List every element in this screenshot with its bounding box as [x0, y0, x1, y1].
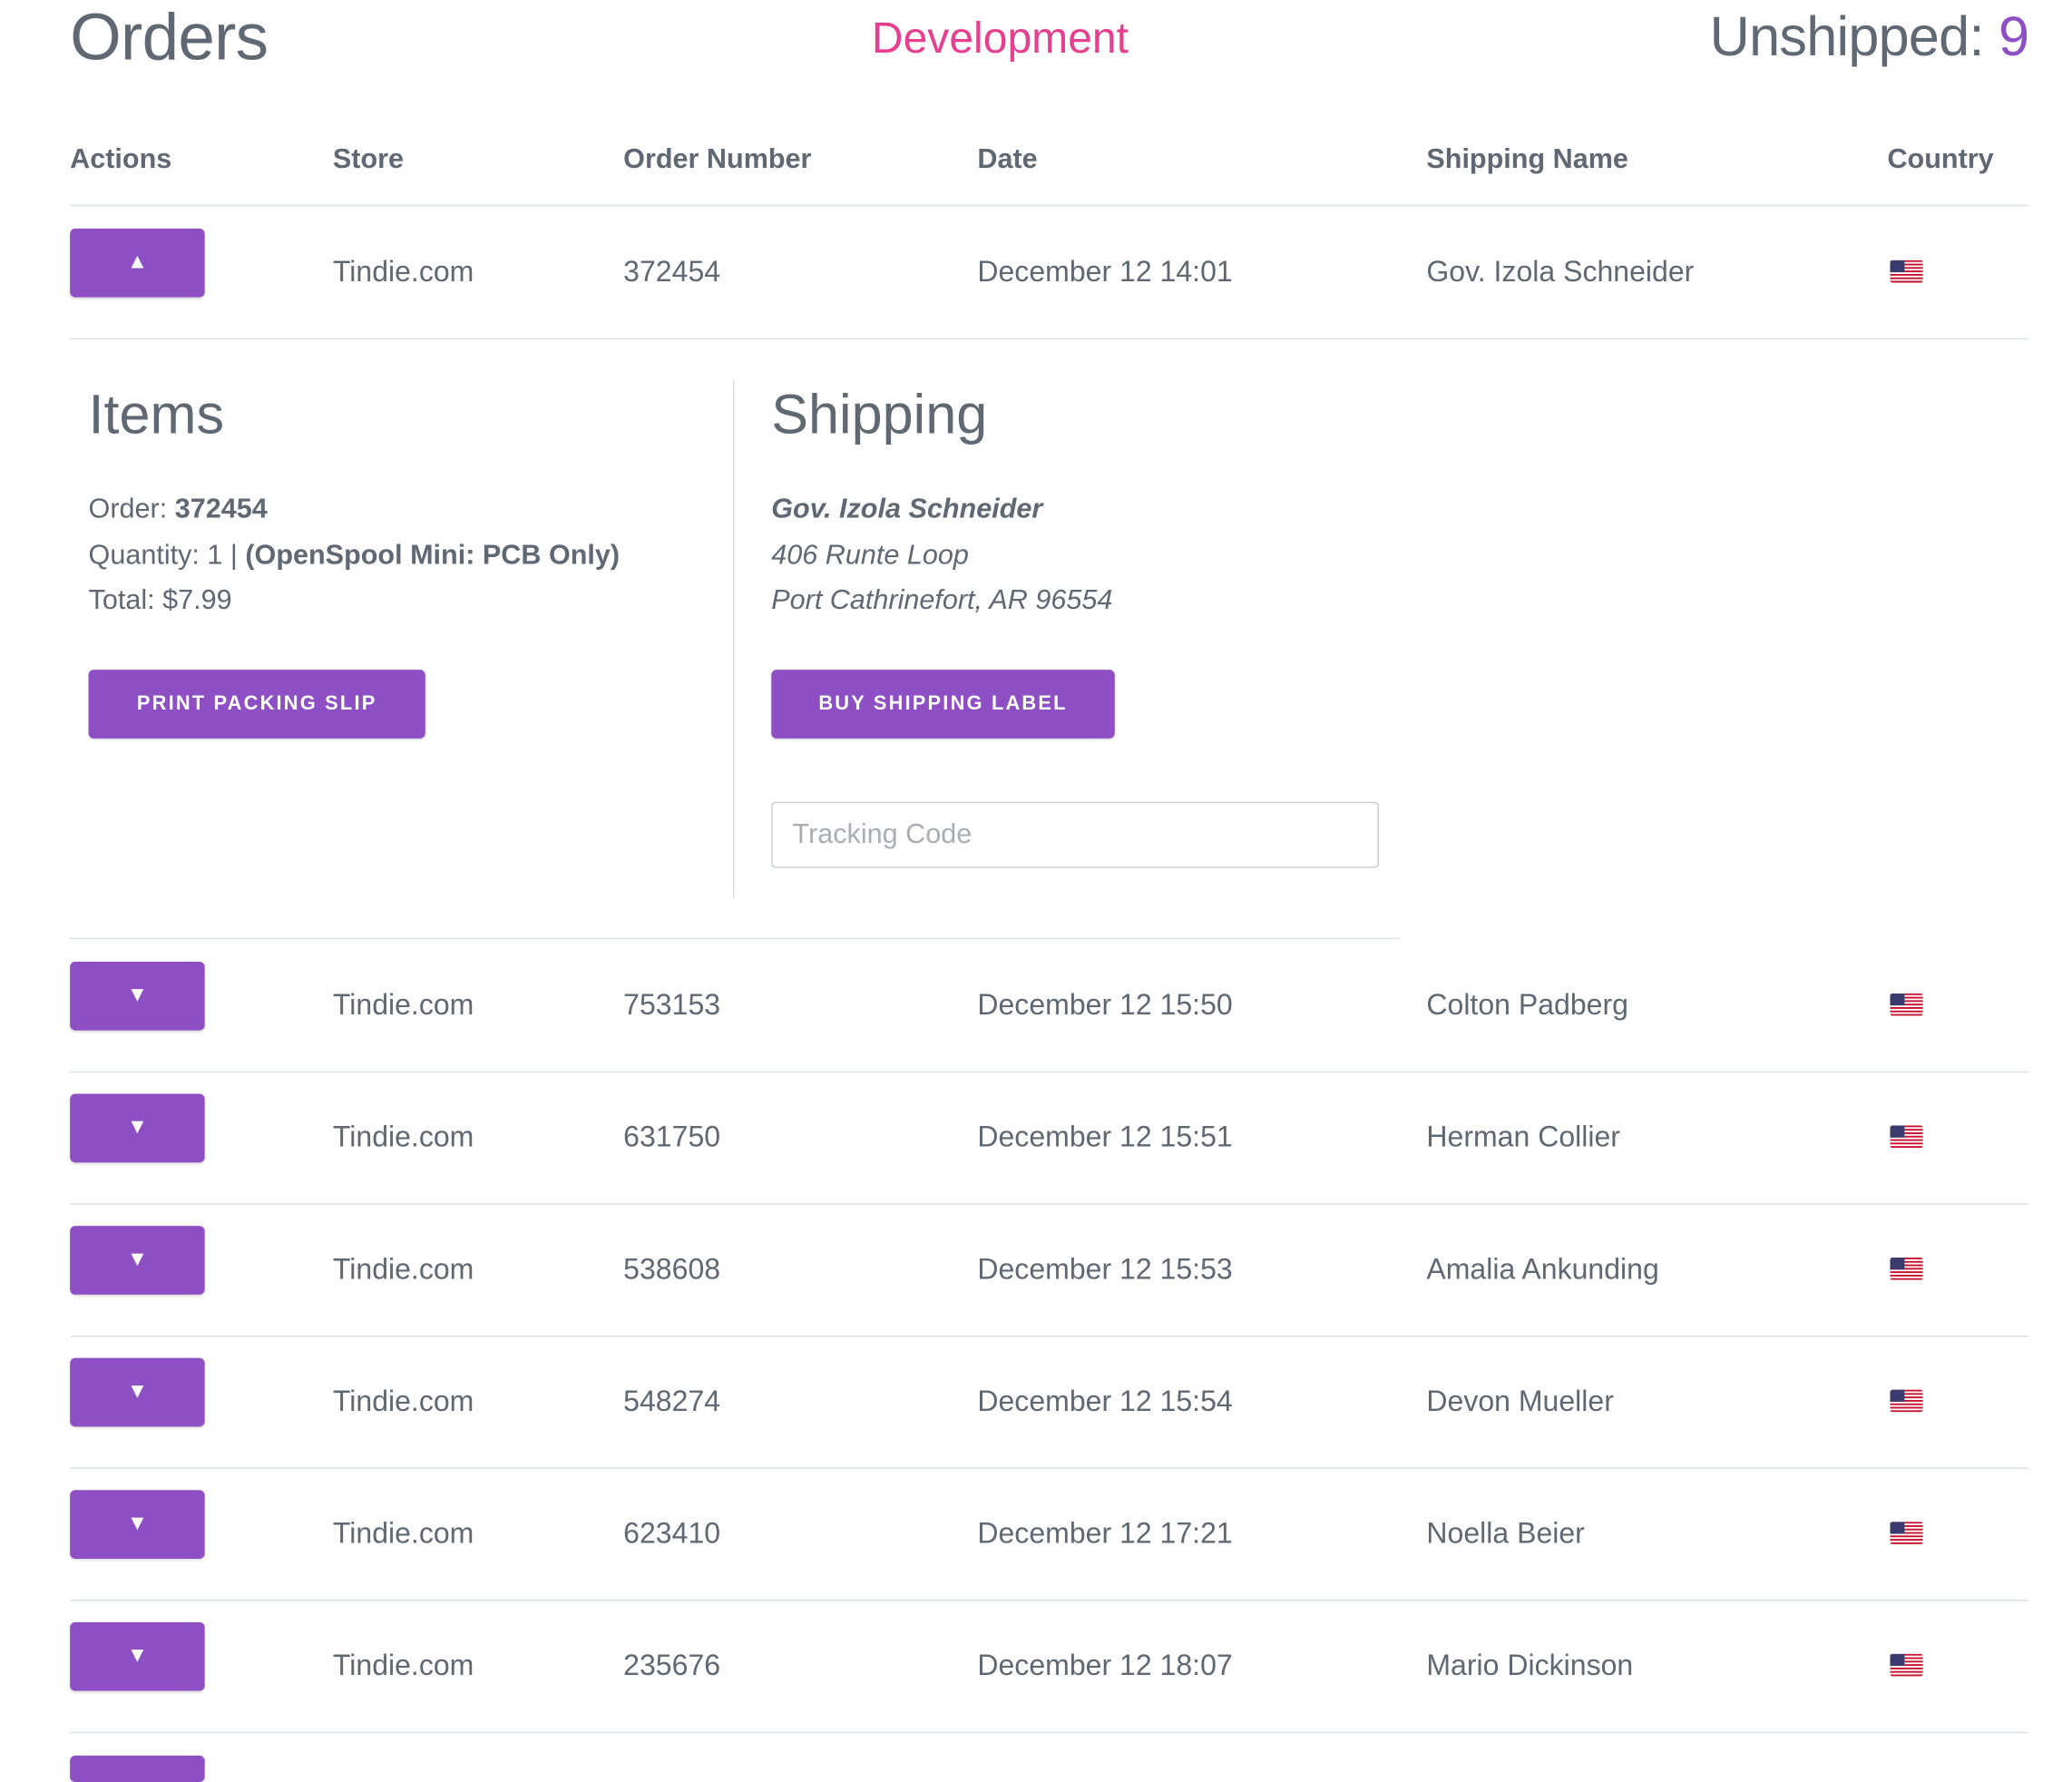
table-row: ▼ Tindie.com 631750 December 12 15:51 Herman…: [0, 1072, 2060, 1204]
orders-page: Orders Development Unshipped: 9 Actions …: [0, 0, 2060, 1782]
date-cell: December 12 15:53: [977, 1252, 1233, 1286]
shipping-name-cell: Mario Dickinson: [1426, 1648, 1634, 1682]
store-cell: Tindie.com: [332, 1384, 474, 1418]
us-flag-icon: [1890, 1389, 1923, 1413]
product-name: (OpenSpool Mini: PCB Only): [245, 540, 621, 571]
store-cell: Tindie.com: [332, 1648, 474, 1682]
table-row: ▼ Tindie.com 235676 December 12 18:07 Mario …: [0, 1600, 2060, 1732]
order-value: 372454: [174, 494, 268, 524]
order-number-cell: 631750: [623, 1120, 721, 1154]
quantity-label: Quantity: 1 |: [88, 540, 238, 571]
column-header-date: Date: [977, 143, 1038, 175]
store-cell: Tindie.com: [332, 1252, 474, 1286]
unshipped-label: Unshipped:: [1709, 5, 1985, 68]
table-row: ▼ Tindie.com 538608 December 12 15:53 Amalia…: [0, 1203, 2060, 1336]
expand-order-button[interactable]: ▼: [70, 1490, 205, 1559]
order-number-cell: 548274: [623, 1384, 721, 1418]
table-row: ▼ Tindie.com 548274 December 12 15:54 Devon …: [0, 1336, 2060, 1468]
shipping-title: Shipping: [771, 383, 988, 446]
table-row: ▼ Tindie.com 753153 December 12 15:50 Colton…: [0, 939, 2060, 1072]
expand-order-button[interactable]: ▼: [70, 1226, 205, 1295]
table-row: ▼ Tindie.com 623410 December 12 17:21 Noella…: [0, 1468, 2060, 1601]
quantity-line: Quantity: 1 | (OpenSpool Mini: PCB Only): [89, 539, 621, 573]
store-cell: Tindie.com: [332, 1120, 474, 1154]
shipping-name-cell: Herman Collier: [1426, 1120, 1620, 1154]
shipping-recipient: Gov. Izola Schneider: [771, 494, 1043, 524]
row-divider: [70, 338, 2029, 340]
us-flag-icon: [1890, 1653, 1923, 1677]
shipping-name-cell: Colton Padberg: [1426, 988, 1628, 1022]
us-flag-icon: [1890, 259, 1923, 283]
page-header: Orders Development Unshipped: 9: [0, 0, 2060, 93]
order-number-cell: 753153: [623, 988, 721, 1022]
order-line: Order: 372454: [89, 493, 268, 527]
date-cell: December 12 18:07: [977, 1648, 1233, 1682]
shipping-name-cell: Noella Beier: [1426, 1516, 1585, 1550]
date-cell: December 12 17:21: [977, 1516, 1233, 1550]
date-cell: December 12 14:01: [977, 254, 1233, 289]
unshipped-count: 9: [1998, 5, 2029, 68]
shipping-name-cell: Gov. Izola Schneider: [1426, 254, 1695, 289]
expand-order-button[interactable]: ▼: [70, 1093, 205, 1163]
unshipped-counter: Unshipped: 9: [1710, 5, 2029, 69]
store-cell: Tindie.com: [332, 254, 474, 289]
store-cell: Tindie.com: [332, 988, 474, 1022]
panel-divider: [733, 378, 735, 899]
us-flag-icon: [1890, 993, 1923, 1016]
order-number-cell: 372454: [623, 254, 721, 289]
date-cell: December 12 15:51: [977, 1120, 1233, 1154]
shipping-name-cell: Amalia Ankunding: [1426, 1252, 1659, 1286]
shipping-name-cell: Devon Mueller: [1426, 1384, 1614, 1418]
us-flag-icon: [1890, 1125, 1923, 1149]
buy-shipping-label-button[interactable]: BUY SHIPPING LABEL: [771, 670, 1115, 739]
expand-order-button[interactable]: ▼: [70, 1621, 205, 1691]
column-header-shipping-name: Shipping Name: [1426, 143, 1628, 175]
expand-order-button[interactable]: ▼: [70, 961, 205, 1031]
order-number-cell: 235676: [623, 1648, 721, 1682]
order-number-cell: 538608: [623, 1252, 721, 1286]
date-cell: December 12 15:54: [977, 1384, 1233, 1418]
column-header-country: Country: [1887, 143, 1994, 175]
total-line: Total: $7.99: [88, 584, 232, 616]
order-number-cell: 623410: [623, 1516, 721, 1550]
environment-label: Development: [871, 13, 1129, 63]
page-title: Orders: [70, 0, 269, 74]
us-flag-icon: [1890, 1522, 1923, 1544]
collapse-order-button[interactable]: ▲: [70, 228, 205, 298]
tracking-code-input[interactable]: [771, 801, 1379, 868]
order-label: Order:: [88, 494, 168, 524]
shipping-address-line1: 406 Runte Loop: [771, 540, 969, 571]
us-flag-icon: [1890, 1258, 1923, 1280]
column-header-order-number: Order Number: [623, 143, 812, 175]
expand-order-button[interactable]: ▼: [70, 1357, 205, 1427]
column-header-store: Store: [332, 143, 405, 175]
print-packing-slip-button[interactable]: PRINT PACKING SLIP: [88, 670, 425, 739]
row-divider: [70, 1731, 2029, 1734]
column-header-actions: Actions: [70, 143, 172, 175]
table-row-expanded: ▲ Tindie.com 372454 December 12 14:01 Go…: [0, 206, 2060, 338]
items-title: Items: [88, 383, 225, 446]
expand-order-button[interactable]: [70, 1755, 205, 1782]
store-cell: Tindie.com: [332, 1516, 474, 1550]
shipping-address-line2: Port Cathrinefort, AR 96554: [771, 584, 1113, 616]
date-cell: December 12 15:50: [977, 988, 1233, 1022]
